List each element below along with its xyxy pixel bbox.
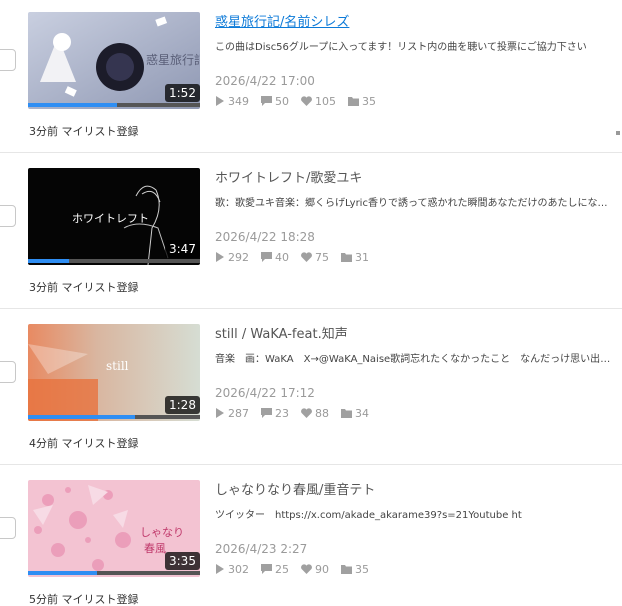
mylist-count: 34 xyxy=(341,407,369,420)
video-title[interactable]: しゃなりなり春風/重音テト xyxy=(215,479,615,498)
mylist-added-time: 4分前 マイリスト登録 xyxy=(29,437,139,450)
play-icon xyxy=(216,408,224,418)
mylist-count: 31 xyxy=(341,251,369,264)
video-duration: 1:28 xyxy=(165,396,200,414)
comment-count: 40 xyxy=(261,251,289,264)
thumbnail-caption: still xyxy=(106,359,129,373)
upload-date: 2026/4/22 17:00 xyxy=(215,74,315,88)
list-item: still 1:28 still / WaKA-feat.知声 音楽 画：WaK… xyxy=(0,309,622,465)
comment-icon xyxy=(261,408,272,418)
folder-icon xyxy=(341,409,352,418)
watch-progress-fill xyxy=(28,415,135,419)
watch-progress-fill xyxy=(28,571,97,575)
watch-progress-fill xyxy=(28,103,118,107)
thumbnail-caption: ホワイトレフト xyxy=(72,212,149,225)
view-count: 302 xyxy=(215,563,249,576)
video-description: ツイッター https://x.com/akade_akarame39?s=21… xyxy=(215,510,522,521)
select-checkbox[interactable] xyxy=(0,517,16,539)
video-description: 歌：歌愛ユキ音楽：郷くらげLyric香りで誘って惑かれた瞬間あなただけのあたしに… xyxy=(215,198,615,209)
list-item: 惑星旅行記 1:52 惑星旅行記/名前シレズ この曲はDisc56グループに入っ… xyxy=(0,0,622,153)
folder-icon xyxy=(348,97,359,106)
view-count: 292 xyxy=(215,251,249,264)
like-count: 75 xyxy=(301,251,329,264)
comment-count: 23 xyxy=(261,407,289,420)
mylist-added-time: 5分前 マイリスト登録 xyxy=(29,593,139,606)
view-count: 349 xyxy=(215,95,249,108)
video-description: 音楽 画：WaKA X→@WaKA_Naise歌詞忘れたくなかったこと なんだっ… xyxy=(215,354,615,365)
heart-icon xyxy=(301,564,312,574)
heart-icon xyxy=(301,96,312,106)
folder-icon xyxy=(341,253,352,262)
select-checkbox[interactable] xyxy=(0,361,16,383)
folder-icon xyxy=(341,565,352,574)
comment-icon xyxy=(261,96,272,106)
play-icon xyxy=(216,564,224,574)
like-count: 105 xyxy=(301,95,336,108)
like-count: 90 xyxy=(301,563,329,576)
video-title[interactable]: still / WaKA-feat.知声 xyxy=(215,323,615,342)
video-title[interactable]: ホワイトレフト/歌愛ユキ xyxy=(215,167,615,186)
select-checkbox[interactable] xyxy=(0,205,16,227)
video-title[interactable]: 惑星旅行記/名前シレズ xyxy=(215,11,615,30)
resize-marker xyxy=(616,131,620,135)
mylist-count: 35 xyxy=(341,563,369,576)
watch-progress-bar xyxy=(28,103,200,107)
video-stats: 302 25 90 35 xyxy=(215,562,381,576)
video-stats: 292 40 75 31 xyxy=(215,250,381,264)
video-stats: 287 23 88 34 xyxy=(215,406,381,420)
play-icon xyxy=(216,252,224,262)
thumbnail-caption-line-1: しゃなり xyxy=(140,526,184,539)
select-checkbox[interactable] xyxy=(0,49,16,71)
upload-date: 2026/4/22 17:12 xyxy=(215,386,315,400)
view-count: 287 xyxy=(215,407,249,420)
heart-icon xyxy=(301,408,312,418)
upload-date: 2026/4/23 2:27 xyxy=(215,542,308,556)
watch-progress-fill xyxy=(28,259,70,263)
comment-count: 25 xyxy=(261,563,289,576)
comment-icon xyxy=(261,252,272,262)
play-icon xyxy=(216,96,224,106)
watch-progress-bar xyxy=(28,259,200,263)
video-stats: 349 50 105 35 xyxy=(215,94,388,108)
mylist-count: 35 xyxy=(348,95,376,108)
thumbnail-caption-line-2: 春風 xyxy=(144,542,166,555)
video-duration: 3:47 xyxy=(165,240,200,258)
upload-date: 2026/4/22 18:28 xyxy=(215,230,315,244)
mylist-added-time: 3分前 マイリスト登録 xyxy=(29,125,139,138)
video-description: この曲はDisc56グループに入ってます！リスト内の曲を聴いて投票にご協力下さい xyxy=(215,42,587,53)
watch-progress-bar xyxy=(28,415,200,419)
mylist-added-time: 3分前 マイリスト登録 xyxy=(29,281,139,294)
list-item: しゃなり 春風 3:35 しゃなりなり春風/重音テト ツイッター https:/… xyxy=(0,465,622,606)
video-list: 惑星旅行記 1:52 惑星旅行記/名前シレズ この曲はDisc56グループに入っ… xyxy=(0,0,622,606)
heart-icon xyxy=(301,252,312,262)
comment-icon xyxy=(261,564,272,574)
video-duration: 3:35 xyxy=(165,552,200,570)
comment-count: 50 xyxy=(261,95,289,108)
like-count: 88 xyxy=(301,407,329,420)
watch-progress-bar xyxy=(28,571,200,575)
thumbnail-caption: 惑星旅行記 xyxy=(146,52,200,67)
video-duration: 1:52 xyxy=(165,84,200,102)
list-item: ホワイトレフト 3:47 ホワイトレフト/歌愛ユキ 歌：歌愛ユキ音楽：郷くらげL… xyxy=(0,153,622,309)
